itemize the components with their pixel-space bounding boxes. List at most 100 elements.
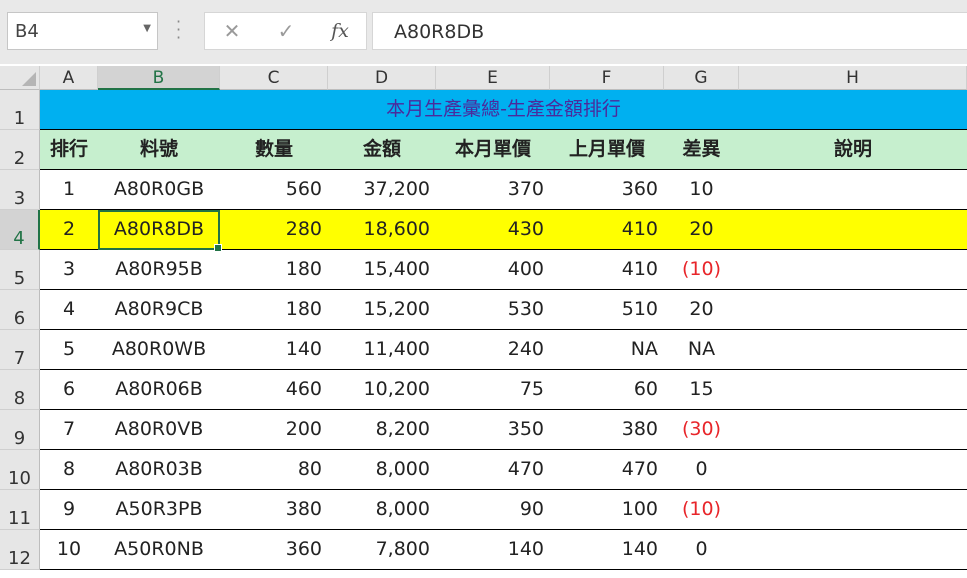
column-header-a[interactable]: A — [40, 66, 98, 90]
table-cell[interactable]: 7 — [40, 410, 98, 449]
column-header-c[interactable]: C — [220, 66, 328, 90]
table-cell[interactable]: 8,000 — [328, 450, 436, 489]
table-cell[interactable]: A80R9CB — [98, 290, 220, 329]
table-cell[interactable]: 240 — [436, 330, 550, 369]
table-cell[interactable]: 37,200 — [328, 170, 436, 209]
table-cell[interactable]: 10 — [40, 530, 98, 569]
column-header-f[interactable]: F — [550, 66, 664, 90]
table-cell[interactable]: 10 — [664, 170, 739, 209]
table-cell[interactable]: 8 — [40, 450, 98, 489]
table-cell[interactable]: 140 — [436, 530, 550, 569]
table-cell[interactable]: 410 — [550, 250, 664, 289]
table-cell[interactable]: 180 — [220, 250, 328, 289]
table-cell[interactable]: 560 — [220, 170, 328, 209]
table-cell[interactable] — [739, 330, 967, 369]
column-header-h[interactable]: H — [739, 66, 967, 90]
title-cell[interactable]: 本月生產彙總-生產金額排行 — [40, 90, 967, 130]
table-cell[interactable] — [739, 370, 967, 409]
header-cell[interactable]: 本月單價 — [436, 130, 550, 169]
table-cell[interactable] — [739, 530, 967, 569]
table-cell[interactable]: A50R0NB — [98, 530, 220, 569]
header-cell[interactable]: 上月單價 — [550, 130, 664, 169]
name-box[interactable]: B4 ▼ — [7, 12, 158, 50]
table-cell[interactable]: 75 — [436, 370, 550, 409]
enter-icon[interactable]: ✓ — [271, 13, 301, 49]
table-cell[interactable]: A80R8DB — [98, 210, 220, 249]
table-cell[interactable] — [739, 450, 967, 489]
table-cell[interactable]: A80R06B — [98, 370, 220, 409]
select-all-button[interactable] — [0, 66, 40, 90]
table-cell[interactable] — [739, 490, 967, 529]
table-cell[interactable]: 350 — [436, 410, 550, 449]
row-header-6[interactable]: 6 — [0, 290, 40, 330]
row-header-12[interactable]: 12 — [0, 530, 40, 570]
table-cell[interactable]: 4 — [40, 290, 98, 329]
column-header-b[interactable]: B — [98, 66, 220, 90]
header-cell[interactable]: 說明 — [739, 130, 967, 169]
table-cell[interactable] — [739, 210, 967, 249]
column-header-e[interactable]: E — [436, 66, 550, 90]
table-cell[interactable]: (10) — [664, 490, 739, 529]
row-header-7[interactable]: 7 — [0, 330, 40, 370]
table-cell[interactable]: 360 — [220, 530, 328, 569]
table-cell[interactable]: 470 — [436, 450, 550, 489]
table-cell[interactable]: 18,600 — [328, 210, 436, 249]
table-cell[interactable]: 380 — [550, 410, 664, 449]
column-header-g[interactable]: G — [664, 66, 739, 90]
table-cell[interactable]: 140 — [550, 530, 664, 569]
table-cell[interactable]: 460 — [220, 370, 328, 409]
table-cell[interactable]: 430 — [436, 210, 550, 249]
table-cell[interactable]: 2 — [40, 210, 98, 249]
table-cell[interactable]: 140 — [220, 330, 328, 369]
table-cell[interactable]: 200 — [220, 410, 328, 449]
table-cell[interactable]: 1 — [40, 170, 98, 209]
table-cell[interactable]: A80R03B — [98, 450, 220, 489]
table-cell[interactable]: 510 — [550, 290, 664, 329]
table-cell[interactable]: 80 — [220, 450, 328, 489]
table-cell[interactable]: 8,200 — [328, 410, 436, 449]
table-cell[interactable] — [739, 170, 967, 209]
table-cell[interactable] — [739, 410, 967, 449]
table-cell[interactable]: (10) — [664, 250, 739, 289]
row-header-2[interactable]: 2 — [0, 130, 40, 170]
table-cell[interactable]: 0 — [664, 450, 739, 489]
header-cell[interactable]: 金額 — [328, 130, 436, 169]
row-header-5[interactable]: 5 — [0, 250, 40, 290]
table-cell[interactable]: 8,000 — [328, 490, 436, 529]
table-cell[interactable]: 400 — [436, 250, 550, 289]
row-header-3[interactable]: 3 — [0, 170, 40, 210]
formula-input[interactable]: A80R8DB — [372, 12, 967, 50]
table-cell[interactable]: 100 — [550, 490, 664, 529]
row-header-11[interactable]: 11 — [0, 490, 40, 530]
table-cell[interactable]: 15,400 — [328, 250, 436, 289]
insert-function-icon[interactable]: fx — [325, 13, 355, 49]
row-header-9[interactable]: 9 — [0, 410, 40, 450]
table-cell[interactable]: 15 — [664, 370, 739, 409]
table-cell[interactable]: 11,400 — [328, 330, 436, 369]
table-cell[interactable]: 90 — [436, 490, 550, 529]
header-cell[interactable]: 差異 — [664, 130, 739, 169]
table-cell[interactable]: A80R0VB — [98, 410, 220, 449]
table-cell[interactable]: 0 — [664, 530, 739, 569]
column-header-d[interactable]: D — [328, 66, 436, 90]
table-cell[interactable]: 180 — [220, 290, 328, 329]
table-cell[interactable]: A80R0GB — [98, 170, 220, 209]
table-cell[interactable]: 410 — [550, 210, 664, 249]
table-cell[interactable]: A50R3PB — [98, 490, 220, 529]
header-cell[interactable]: 數量 — [220, 130, 328, 169]
header-cell[interactable]: 料號 — [98, 130, 220, 169]
table-cell[interactable]: 3 — [40, 250, 98, 289]
table-cell[interactable]: 20 — [664, 290, 739, 329]
table-cell[interactable]: 20 — [664, 210, 739, 249]
row-header-1[interactable]: 1 — [0, 90, 40, 130]
table-cell[interactable]: NA — [664, 330, 739, 369]
table-cell[interactable]: 15,200 — [328, 290, 436, 329]
header-cell[interactable]: 排行 — [40, 130, 98, 169]
table-cell[interactable] — [739, 290, 967, 329]
table-cell[interactable]: 470 — [550, 450, 664, 489]
table-cell[interactable]: 380 — [220, 490, 328, 529]
table-cell[interactable]: 530 — [436, 290, 550, 329]
table-cell[interactable]: 280 — [220, 210, 328, 249]
drag-handle-icon[interactable]: · · · — [176, 14, 181, 46]
table-cell[interactable]: 360 — [550, 170, 664, 209]
